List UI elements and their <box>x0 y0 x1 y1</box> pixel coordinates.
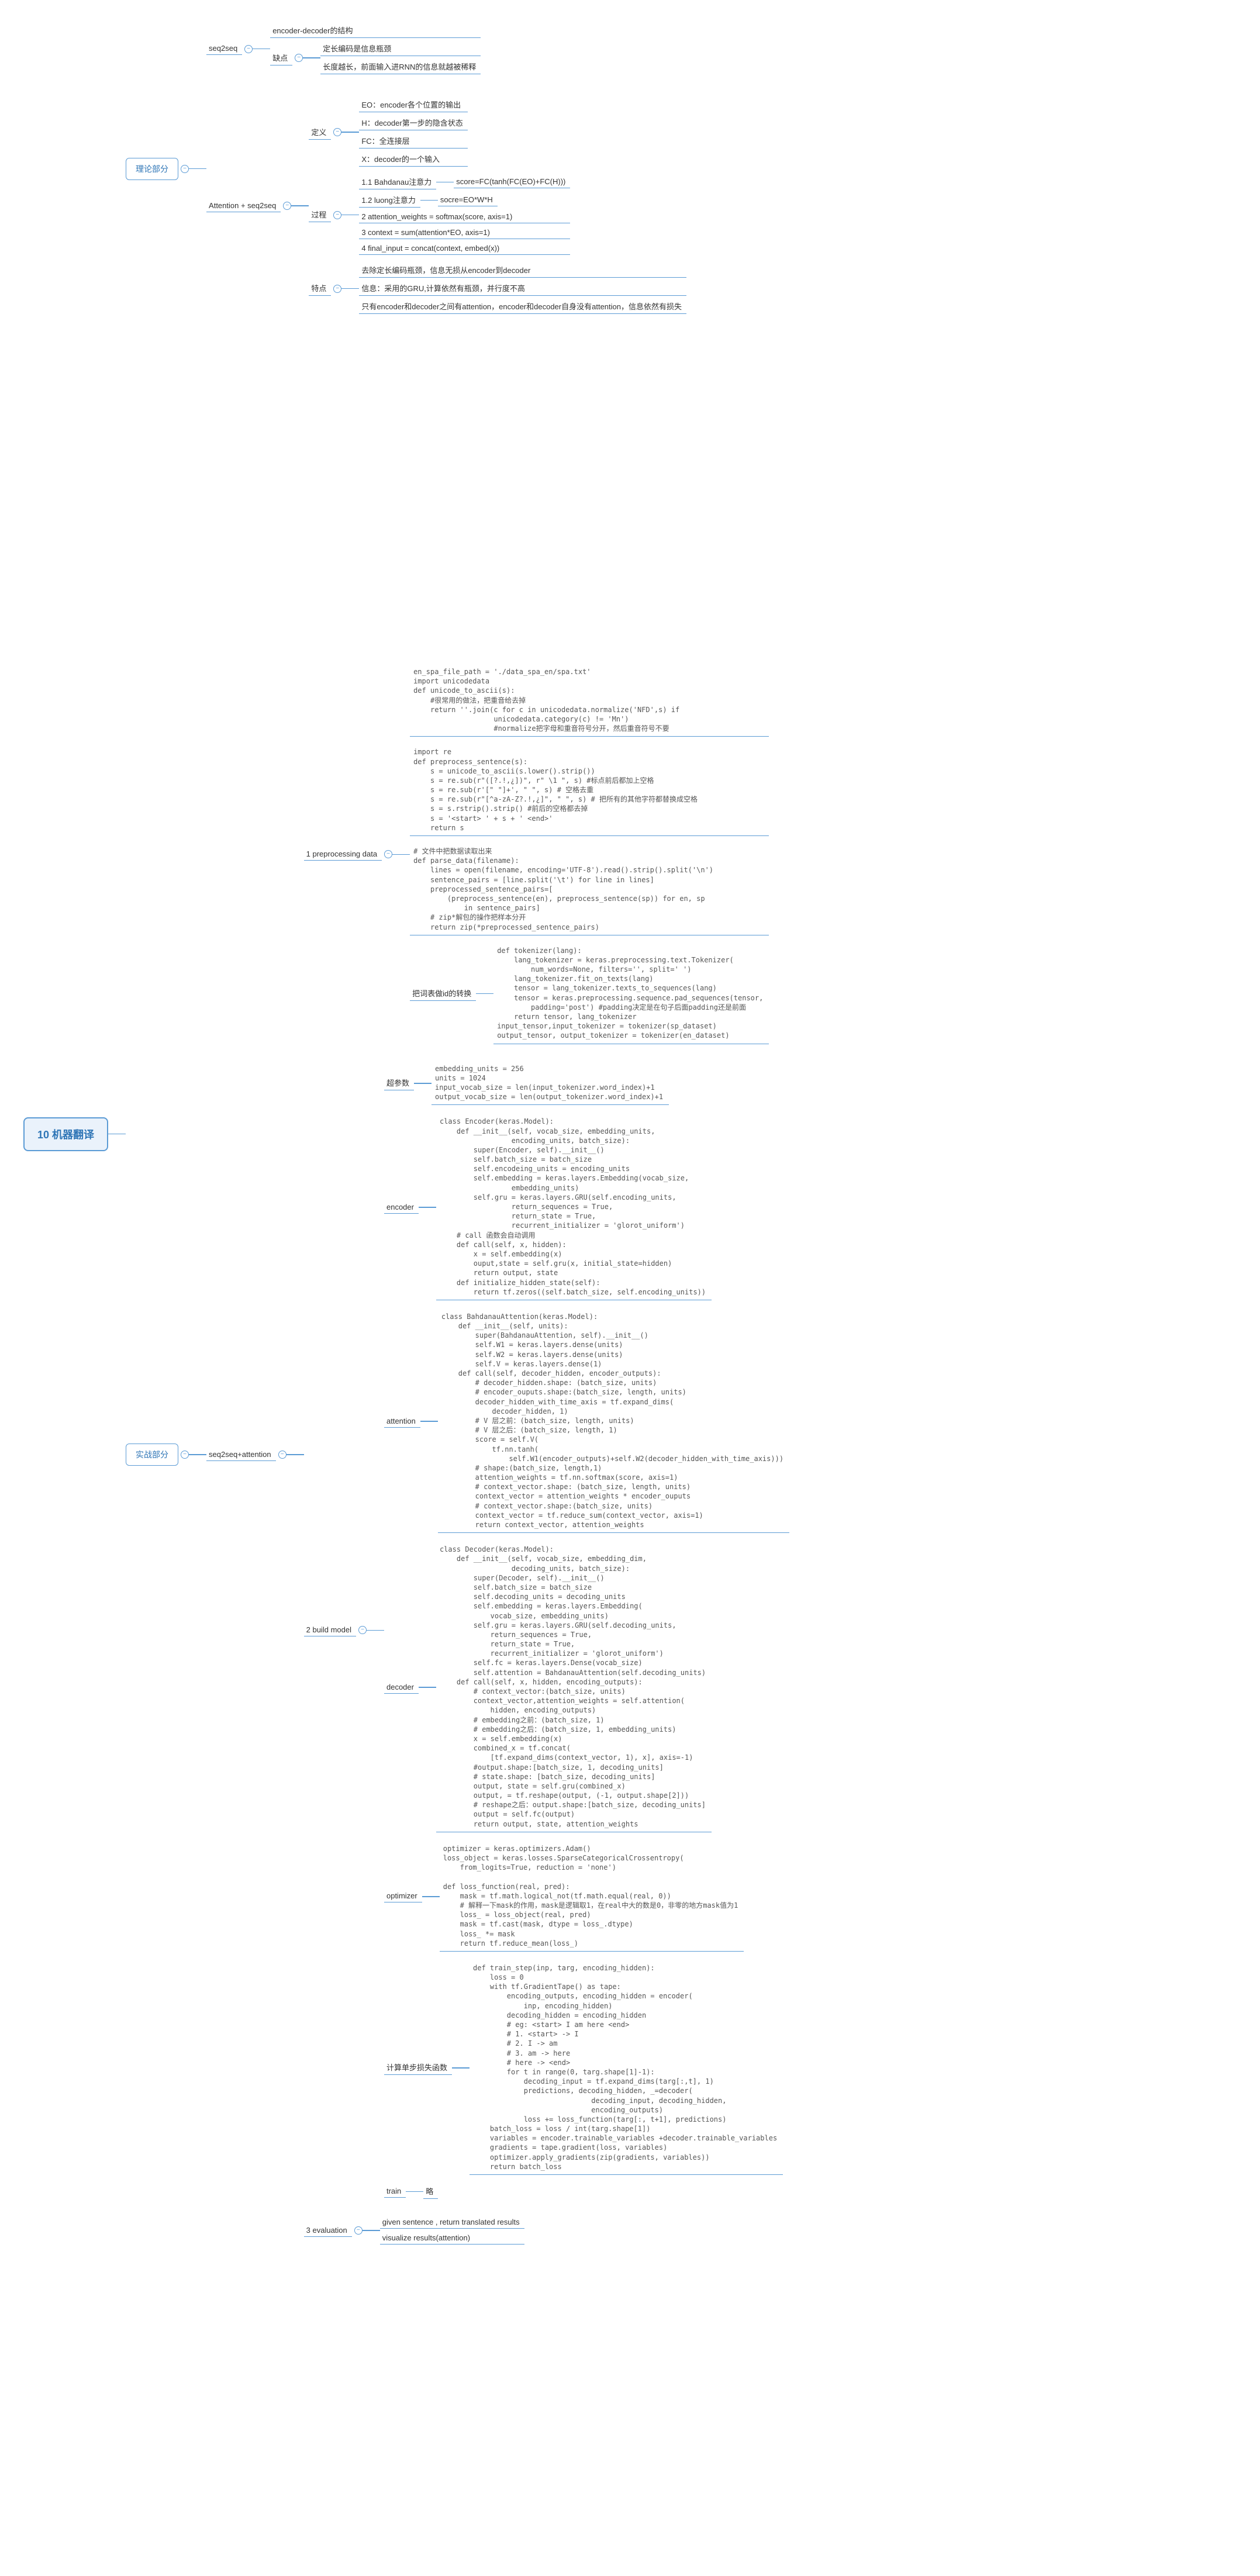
expand-icon[interactable]: − <box>278 1451 286 1459</box>
expand-icon[interactable]: − <box>333 128 341 136</box>
leaf-node[interactable]: 定长编码是信息瓶颈 <box>320 42 481 56</box>
connector <box>419 1207 436 1208</box>
preprocess-node[interactable]: 1 preprocessing data <box>304 848 382 861</box>
seq2seq-node[interactable]: seq2seq <box>206 43 242 55</box>
connector <box>291 205 309 206</box>
code-block[interactable]: class Decoder(keras.Model): def __init__… <box>436 1542 712 1832</box>
theory-label: 理论部分 <box>136 164 168 174</box>
eval-node[interactable]: 3 evaluation <box>304 2225 352 2237</box>
connector <box>303 57 320 58</box>
leaf-node[interactable]: X：decoder的一个输入 <box>359 152 467 167</box>
define-node[interactable]: 定义 <box>309 125 331 140</box>
leaf-node[interactable]: 3 context = sum(attention*EO, axis=1) <box>359 227 570 239</box>
code-block[interactable]: en_spa_file_path = './data_spa_en/spa.tx… <box>410 665 769 737</box>
tokenizer-node[interactable]: 把词表做id的转换 <box>410 986 476 1001</box>
leaf-node[interactable]: 1.2 luong注意力 <box>359 193 420 208</box>
connector <box>189 1454 206 1455</box>
expand-icon[interactable]: − <box>333 211 341 219</box>
theory-branch: 理论部分 − seq2seq − encoder-decoder的结构 缺点 − <box>126 23 789 314</box>
connector <box>253 49 270 50</box>
expand-icon[interactable]: − <box>295 54 303 62</box>
code-block[interactable]: optimizer = keras.optimizers.Adam() loss… <box>440 1842 744 1952</box>
leaf-node[interactable]: 1.1 Bahdanau注意力 <box>359 175 436 189</box>
connector <box>422 1896 440 1897</box>
connector <box>406 2191 423 2192</box>
leaf-node[interactable]: 4 final_input = concat(context, embed(x)… <box>359 243 570 255</box>
connector <box>419 1687 436 1688</box>
encoder-node[interactable]: encoder <box>384 1201 419 1214</box>
connector <box>363 2230 380 2231</box>
leaf-node[interactable]: H：decoder第一步的隐含状态 <box>359 116 467 130</box>
connector <box>420 1421 438 1422</box>
expand-icon[interactable]: − <box>181 1451 189 1459</box>
connector <box>367 1630 384 1631</box>
leaf-node[interactable]: 只有encoder和decoder之间有attention，encoder和de… <box>359 299 686 314</box>
leaf-node[interactable]: score=FC(tanh(FC(EO)+FC(H))) <box>454 176 570 188</box>
optimizer-node[interactable]: optimizer <box>384 1890 422 1902</box>
code-block[interactable]: # 文件中把数据读取出来 def parse_data(filename): l… <box>410 844 769 935</box>
root-label: 10 机器翻译 <box>37 1129 94 1141</box>
s2s-att-node[interactable]: seq2seq+attention <box>206 1449 276 1461</box>
connector <box>414 1083 431 1084</box>
leaf-node[interactable]: socre=EO*W*H <box>438 194 498 206</box>
attention-node[interactable]: Attention + seq2seq <box>206 200 281 212</box>
practice-branch: 实战部分 − seq2seq+attention − 1 preprocessi… <box>126 665 789 2244</box>
code-block[interactable]: class Encoder(keras.Model): def __init__… <box>436 1114 712 1300</box>
connector <box>392 854 410 855</box>
theory-node[interactable]: 理论部分 <box>126 158 178 180</box>
connector <box>108 1134 126 1135</box>
expand-icon[interactable]: − <box>333 285 341 293</box>
leaf-node[interactable]: given sentence , return translated resul… <box>380 2216 524 2229</box>
feature-node[interactable]: 特点 <box>309 281 331 296</box>
expand-icon[interactable]: − <box>358 1626 367 1634</box>
expand-icon[interactable]: − <box>244 45 253 53</box>
leaf-node[interactable]: visualize results(attention) <box>380 2232 524 2244</box>
leaf-node[interactable]: 信息：采用的GRU,计算依然有瓶颈，并行度不高 <box>359 281 686 296</box>
leaf-node[interactable]: 长度越长，前面输入进RNN的信息就越被稀释 <box>320 60 481 74</box>
code-block[interactable]: def train_step(inp, targ, encoding_hidde… <box>470 1961 783 2175</box>
connector <box>420 200 438 201</box>
leaf-node[interactable]: encoder-decoder的结构 <box>270 23 481 38</box>
connector <box>476 993 493 995</box>
hyper-node[interactable]: 超参数 <box>384 1076 414 1090</box>
connector <box>286 1454 304 1455</box>
code-block[interactable]: import re def preprocess_sentence(s): s … <box>410 745 769 836</box>
root-node[interactable]: 10 机器翻译 <box>23 1117 108 1151</box>
code-block[interactable]: def tokenizer(lang): lang_tokenizer = ke… <box>493 944 769 1044</box>
practice-node[interactable]: 实战部分 <box>126 1444 178 1466</box>
connector <box>452 2067 470 2069</box>
attention-code-node[interactable]: attention <box>384 1415 420 1428</box>
leaf-node[interactable]: 2 attention_weights = softmax(score, axi… <box>359 211 570 223</box>
connector <box>436 182 454 183</box>
practice-label: 实战部分 <box>136 1450 168 1459</box>
leaf-node[interactable]: 去除定长编码瓶颈，信息无损从encoder到decoder <box>359 263 686 278</box>
expand-icon[interactable]: − <box>283 202 291 210</box>
train-node[interactable]: train <box>384 2185 406 2198</box>
decoder-node[interactable]: decoder <box>384 1681 419 1694</box>
build-node[interactable]: 2 build model <box>304 1624 356 1636</box>
code-block[interactable]: class BahdanauAttention(keras.Model): de… <box>438 1310 789 1533</box>
expand-icon[interactable]: − <box>354 2226 363 2235</box>
process-node[interactable]: 过程 <box>309 208 331 222</box>
connector <box>341 288 359 289</box>
connector <box>341 215 359 216</box>
leaf-node[interactable]: 略 <box>423 2184 438 2199</box>
defect-node[interactable]: 缺点 <box>270 51 292 65</box>
leaf-node[interactable]: FC：全连接层 <box>359 134 467 149</box>
connector <box>341 132 359 133</box>
code-block[interactable]: embedding_units = 256 units = 1024 input… <box>431 1062 669 1106</box>
loss-node[interactable]: 计算单步损失函数 <box>384 2060 452 2075</box>
leaf-node[interactable]: EO：encoder各个位置的输出 <box>359 98 467 112</box>
mindmap-root-container: 10 机器翻译 理论部分 − seq2seq − encoder-decoder… <box>23 23 1237 2244</box>
expand-icon[interactable]: − <box>181 165 189 173</box>
expand-icon[interactable]: − <box>384 850 392 858</box>
connector <box>189 168 206 170</box>
